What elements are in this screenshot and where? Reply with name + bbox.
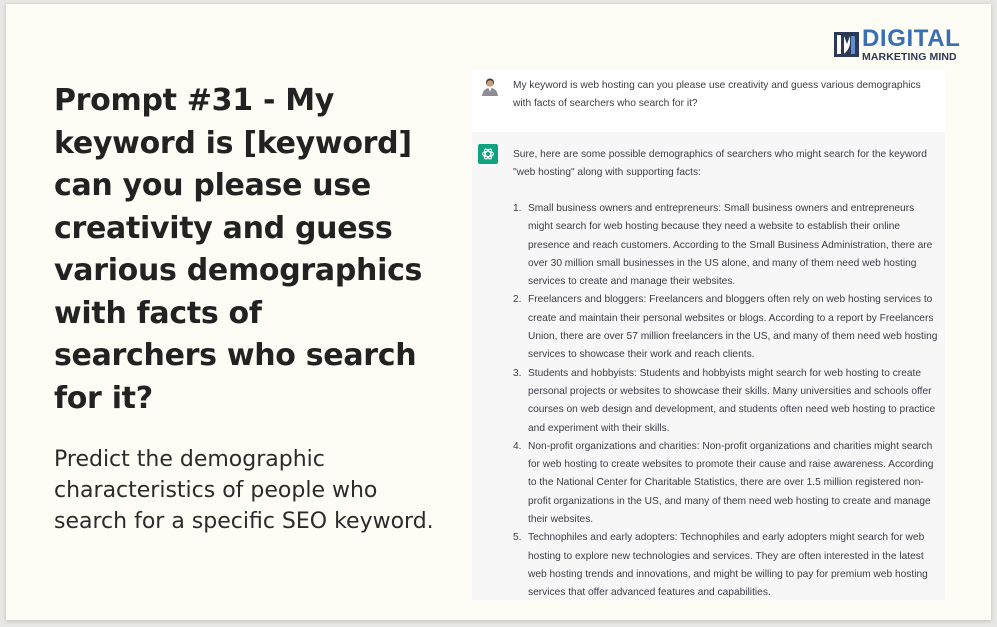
- digital-marketing-mind-logo: DIGITAL MARKETING MIND: [834, 25, 974, 64]
- prompt-title: Prompt #31 - My keyword is [keyword] can…: [54, 83, 423, 416]
- list-item-number: 1.: [513, 203, 522, 214]
- list-item: 5. Technophiles and early adopters: Tech…: [513, 529, 941, 602]
- logo-mark-icon: [834, 32, 859, 57]
- user-avatar: [480, 76, 500, 96]
- demographics-list: 1. Small business owners and entrepreneu…: [513, 200, 941, 603]
- user-message-row: My keyword is web hosting can you please…: [472, 70, 945, 132]
- list-item-text: Small business owners and entrepreneurs:…: [528, 203, 933, 288]
- list-item: 1. Small business owners and entrepreneu…: [513, 200, 941, 291]
- list-item-number: 4.: [513, 440, 522, 452]
- assistant-intro-text: Sure, here are some possible demographic…: [513, 149, 927, 179]
- list-item-text: Technophiles and early adopters: Technop…: [528, 532, 928, 599]
- chatgpt-logo-icon: [478, 144, 498, 164]
- list-item-text: Non-profit organizations and charities: …: [528, 440, 934, 526]
- prompt-description: Predict the demographic characteristics …: [54, 447, 434, 534]
- list-item-text: Students and hobbyists: Students and hob…: [528, 367, 936, 434]
- list-item-text: Freelancers and bloggers: Freelancers an…: [528, 294, 938, 361]
- list-item: 4. Non-profit organizations and charitie…: [513, 438, 941, 529]
- list-item-number: 2.: [513, 294, 522, 306]
- list-item: 2. Freelancers and bloggers: Freelancers…: [513, 291, 941, 364]
- user-message-text: My keyword is web hosting can you please…: [513, 80, 921, 110]
- logo-word-marketing-mind: MARKETING MIND: [862, 51, 957, 63]
- logo-word-digital: DIGITAL: [862, 25, 961, 52]
- list-item: 3. Students and hobbyists: Students and …: [513, 365, 941, 438]
- slide-card: Prompt #31 - My keyword is [keyword] can…: [6, 4, 991, 620]
- list-item-number: 3.: [513, 367, 522, 379]
- list-item-number: 5.: [513, 532, 522, 544]
- user-photo-icon: [480, 76, 500, 96]
- assistant-message-row: Sure, here are some possible demographic…: [472, 132, 945, 600]
- chatgpt-conversation-screenshot: My keyword is web hosting can you please…: [472, 70, 945, 600]
